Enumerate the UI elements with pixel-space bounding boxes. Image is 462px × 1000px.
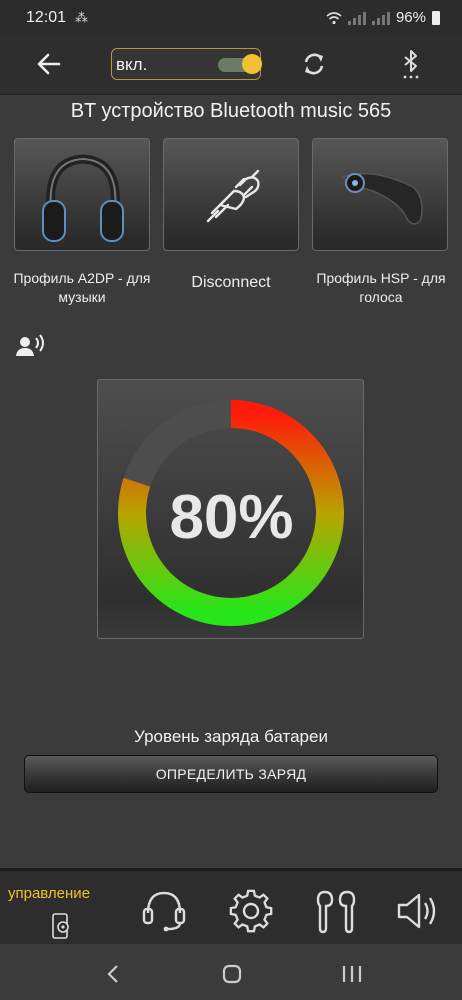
device-title: BT устройство Bluetooth music 565 bbox=[70, 100, 392, 122]
hsp-caption: Профиль HSP - для голоса bbox=[316, 270, 446, 305]
battery-percent: 96% bbox=[395, 9, 426, 26]
status-time: 12:01 bbox=[26, 9, 67, 26]
battery-percent-text: 80% bbox=[169, 483, 294, 552]
bluetooth-icon[interactable] bbox=[400, 49, 422, 81]
voice-speaker-icon[interactable] bbox=[16, 334, 46, 358]
nav-home-icon[interactable] bbox=[222, 964, 242, 984]
bottom-nav: управление bbox=[0, 868, 462, 947]
disconnect-caption: Disconnect bbox=[191, 274, 271, 291]
detect-charge-button[interactable]: ОПРЕДЕЛИТЬ ЗАРЯД bbox=[24, 755, 438, 793]
toggle-switch[interactable] bbox=[218, 54, 262, 74]
headset-support-icon[interactable] bbox=[140, 887, 188, 933]
nav-back-icon[interactable] bbox=[106, 964, 120, 984]
a2dp-profile-button[interactable] bbox=[14, 138, 150, 251]
wifi-icon bbox=[326, 11, 342, 24]
refresh-icon[interactable] bbox=[301, 51, 327, 77]
speaker-volume-icon[interactable] bbox=[396, 889, 442, 933]
signal-icon bbox=[347, 11, 366, 25]
battery-gauge: 80% bbox=[97, 379, 364, 639]
gear-icon[interactable] bbox=[228, 888, 274, 934]
battery-level-label: Уровень заряда батареи bbox=[134, 727, 328, 746]
earbuds-icon[interactable] bbox=[312, 888, 360, 934]
phone-settings-icon[interactable] bbox=[49, 912, 73, 940]
status-right: 96% bbox=[326, 9, 440, 26]
system-nav bbox=[0, 944, 462, 1000]
battery-icon bbox=[432, 10, 440, 25]
signal2-icon bbox=[371, 11, 390, 25]
a2dp-caption: Профиль A2DP - для музыки bbox=[13, 270, 151, 305]
plug-icon bbox=[206, 169, 260, 223]
toolbar: вкл. bbox=[0, 36, 462, 95]
nav-recents-icon[interactable] bbox=[341, 965, 363, 983]
back-arrow-icon[interactable] bbox=[37, 53, 61, 75]
hsp-profile-button[interactable] bbox=[312, 138, 448, 251]
nav-control-label: управление bbox=[8, 885, 91, 902]
power-toggle[interactable]: вкл. bbox=[111, 48, 262, 80]
nfc-icon: ⁂ bbox=[75, 10, 88, 25]
disconnect-button[interactable] bbox=[163, 138, 299, 251]
headphones-icon bbox=[42, 154, 124, 242]
status-bar: 12:01 ⁂ 96% bbox=[0, 0, 462, 36]
headset-icon bbox=[341, 172, 423, 225]
toggle-label: вкл. bbox=[116, 55, 148, 74]
